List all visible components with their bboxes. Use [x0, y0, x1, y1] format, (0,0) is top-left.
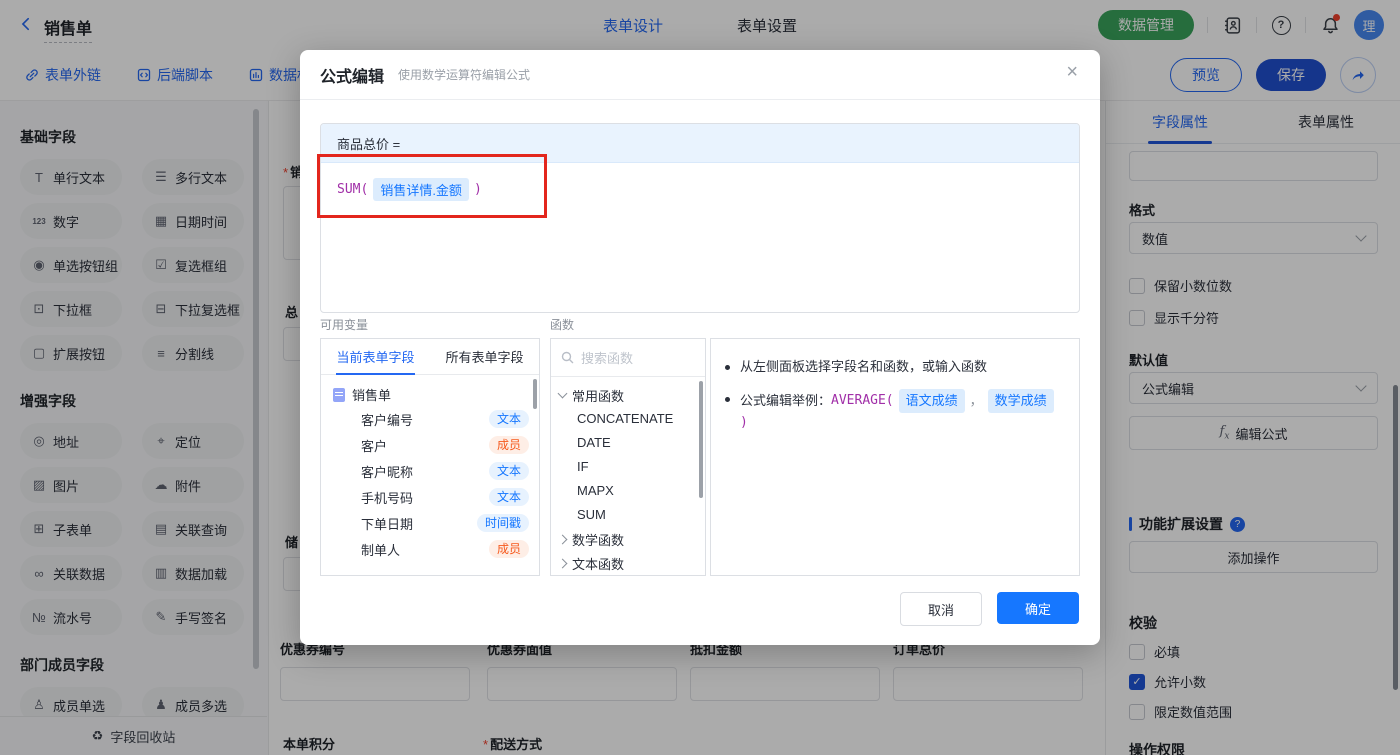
function-item-concatenate[interactable]: CONCATENATE — [551, 407, 705, 431]
function-item-sum[interactable]: SUM — [551, 503, 705, 527]
field-type-tag: 文本 — [488, 410, 529, 428]
search-placeholder: 搜索函数 — [581, 351, 634, 366]
close-icon[interactable]: × — [1066, 62, 1078, 82]
functions-scrollbar[interactable] — [699, 381, 703, 498]
field-type-tag: 文本 — [488, 488, 529, 506]
form-doc-icon — [333, 387, 345, 402]
functions-panel: 搜索函数 常用函数 CONCATENATE DATE IF MAPX SUM 数… — [550, 338, 706, 576]
function-item-date[interactable]: DATE — [551, 431, 705, 455]
group-common-functions[interactable]: 常用函数 — [551, 383, 705, 407]
help-text-1: 从左侧面板选择字段名和函数，或输入函数 — [740, 359, 988, 374]
variable-row[interactable]: 客户编号 文本 — [321, 406, 539, 432]
confirm-button[interactable]: 确定 — [997, 592, 1079, 624]
tab-current-form-fields[interactable]: 当前表单字段 — [336, 347, 415, 375]
help-text-2: 公式编辑举例： AVERAGE( 语文成绩 ， 数学成绩 ) — [740, 389, 1065, 433]
functions-label: 函数 — [550, 318, 575, 332]
search-icon — [561, 351, 574, 364]
paren-token: ) — [473, 182, 482, 197]
function-item-if[interactable]: IF — [551, 455, 705, 479]
chevron-right-icon — [557, 558, 568, 568]
chevron-down-icon — [557, 388, 568, 399]
variables-scrollbar[interactable] — [533, 379, 537, 409]
formula-edit-modal: 公式编辑 使用数学运算符编辑公式 × 商品总价 = SUM( 销售详情.金额 )… — [300, 50, 1100, 645]
formula-editor[interactable]: 商品总价 = SUM( 销售详情.金额 ) — [320, 123, 1080, 313]
modal-subtitle: 使用数学运算符编辑公式 — [398, 68, 531, 82]
group-math-functions[interactable]: 数学函数 — [551, 527, 705, 551]
function-token: AVERAGE( — [831, 393, 894, 408]
function-search-input[interactable]: 搜索函数 — [551, 339, 705, 377]
variable-row[interactable]: 客户昵称 文本 — [321, 458, 539, 484]
window-scrollbar[interactable] — [1393, 385, 1398, 690]
form-tree-root[interactable]: 销售单 — [321, 375, 539, 406]
function-item-mapx[interactable]: MAPX — [551, 479, 705, 503]
bullet-icon — [725, 397, 730, 402]
field-type-tag: 成员 — [488, 540, 529, 558]
variable-row[interactable]: 制单人 成员 — [321, 536, 539, 562]
app-window: 销售单 表单设计 表单设置 数据管理 ? 理 表单外链 后端脚本 数据权限 预览… — [0, 0, 1400, 755]
formula-expression[interactable]: SUM( 销售详情.金额 ) — [321, 163, 1079, 216]
example-chip: 语文成绩 — [898, 389, 965, 413]
bullet-icon — [725, 365, 730, 370]
field-type-tag: 成员 — [488, 436, 529, 454]
function-token: SUM( — [337, 182, 369, 197]
chevron-right-icon — [557, 534, 568, 544]
help-panel: 从左侧面板选择字段名和函数，或输入函数 公式编辑举例： AVERAGE( 语文成… — [710, 338, 1080, 576]
modal-title: 公式编辑 — [320, 68, 385, 86]
field-type-tag: 时间戳 — [476, 514, 529, 532]
paren-token: ) — [740, 415, 748, 430]
variables-label: 可用变量 — [320, 318, 369, 332]
field-chip[interactable]: 销售详情.金额 — [373, 178, 469, 201]
formula-target: 商品总价 = — [321, 124, 1079, 163]
variable-row[interactable]: 下单日期 时间戳 — [321, 510, 539, 536]
tab-all-form-fields[interactable]: 所有表单字段 — [445, 347, 523, 366]
variable-row[interactable]: 手机号码 文本 — [321, 484, 539, 510]
cancel-button[interactable]: 取消 — [900, 592, 982, 626]
variable-row[interactable]: 客户 成员 — [321, 432, 539, 458]
field-type-tag: 文本 — [488, 462, 529, 480]
variables-panel: 当前表单字段 所有表单字段 销售单 客户编号 文本 客户 成员 客户昵称 文本 手机号… — [320, 338, 540, 576]
example-chip: 数学成绩 — [987, 389, 1054, 413]
group-text-functions[interactable]: 文本函数 — [551, 551, 705, 575]
